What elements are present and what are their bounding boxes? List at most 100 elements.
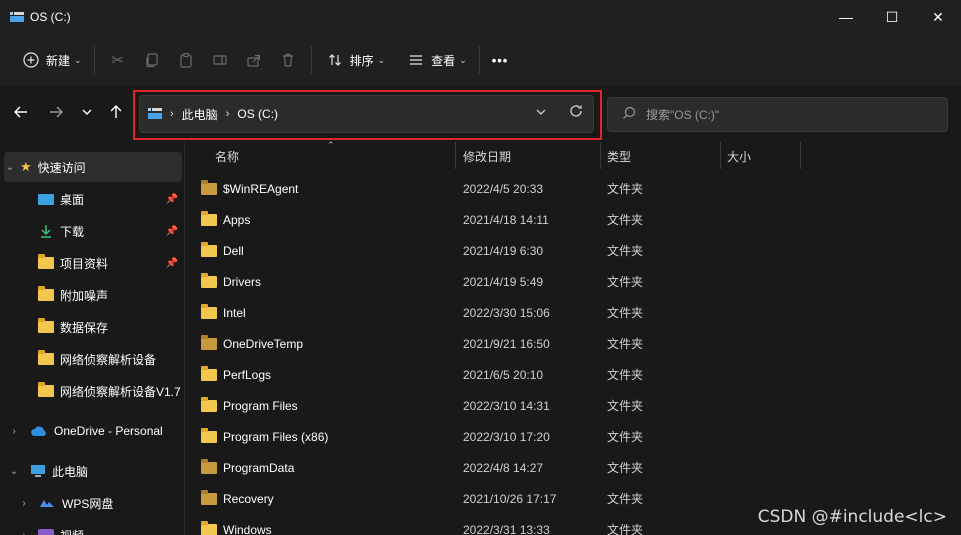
file-row[interactable]: OneDriveTemp 2021/9/21 16:50 文件夹 (185, 328, 961, 359)
folder-icon (38, 350, 54, 365)
file-name-cell[interactable]: Program Files (x86) (201, 421, 328, 452)
sidebar-item-recon-device[interactable]: 网络侦察解析设备 (4, 344, 182, 374)
folder-icon (38, 382, 54, 397)
file-name-cell[interactable]: Program Files (201, 390, 298, 421)
file-type: 文件夹 (607, 492, 644, 506)
file-name-cell[interactable]: Recovery (201, 483, 274, 514)
share-button[interactable] (237, 42, 271, 78)
sidebar-item-added-noise[interactable]: 附加噪声 (4, 280, 182, 310)
file-name-cell[interactable]: Drivers (201, 266, 261, 297)
address-row: › 此电脑 › OS (C:) (0, 86, 961, 142)
sidebar-item-videos[interactable]: › 视频 (4, 520, 182, 535)
paste-button[interactable] (169, 42, 203, 78)
sidebar-item-label: 视频 (60, 527, 84, 535)
column-resize-handle[interactable] (600, 142, 601, 169)
breadcrumb-this-pc[interactable]: 此电脑 (182, 106, 218, 123)
breadcrumb-os-c[interactable]: OS (C:) (237, 107, 278, 121)
file-name-cell[interactable]: OneDriveTemp (201, 328, 303, 359)
new-button[interactable]: 新建 ⌄ (14, 42, 88, 78)
file-row[interactable]: ProgramData 2022/4/8 14:27 文件夹 (185, 452, 961, 483)
file-name-cell[interactable]: Intel (201, 297, 246, 328)
sort-button[interactable]: 排序 ⌄ (318, 42, 392, 78)
minimize-button[interactable]: — (823, 0, 869, 34)
file-modified-date: 2021/6/5 20:10 (463, 367, 544, 382)
address-bar[interactable]: › 此电脑 › OS (C:) (139, 95, 594, 133)
refresh-icon[interactable] (568, 103, 584, 123)
close-button[interactable]: ✕ (915, 0, 961, 34)
chevron-right-icon[interactable]: › (18, 498, 30, 509)
this-pc-icon (148, 108, 162, 120)
view-list-icon (405, 49, 427, 71)
file-name-cell[interactable]: ProgramData (201, 452, 294, 483)
file-name-cell[interactable]: $WinREAgent (201, 173, 298, 204)
sidebar-item-downloads[interactable]: 下载 📌 (4, 216, 182, 246)
sidebar-item-project-docs[interactable]: 项目资料 📌 (4, 248, 182, 278)
maximize-button[interactable]: ☐ (869, 0, 915, 34)
command-bar: 新建 ⌄ ✂ 排序 ⌄ 查看 ⌄ ••• (0, 34, 961, 86)
column-resize-handle[interactable] (720, 142, 721, 169)
file-row[interactable]: Program Files 2022/3/10 14:31 文件夹 (185, 390, 961, 421)
chevron-down-icon: ⌄ (74, 54, 82, 65)
file-type: 文件夹 (607, 461, 644, 475)
add-icon (20, 49, 42, 71)
copy-button[interactable] (135, 42, 169, 78)
folder-icon (38, 318, 54, 333)
file-row[interactable]: Apps 2021/4/18 14:11 文件夹 (185, 204, 961, 235)
column-resize-handle[interactable] (455, 142, 456, 169)
file-modified-date: 2022/3/31 13:33 (463, 522, 550, 535)
file-row[interactable]: Dell 2021/4/19 6:30 文件夹 (185, 235, 961, 266)
sidebar-item-onedrive[interactable]: › OneDrive - Personal (4, 416, 182, 446)
forward-button[interactable] (44, 102, 68, 126)
column-header-name[interactable]: 名称 (215, 142, 239, 170)
more-options-button[interactable]: ••• (486, 42, 515, 78)
sidebar-item-label: 项目资料 (60, 256, 109, 271)
file-name-cell[interactable]: Dell (201, 235, 244, 266)
back-button[interactable] (9, 102, 33, 126)
breadcrumb-chevron-icon[interactable]: › (226, 108, 230, 120)
sidebar-item-this-pc[interactable]: ⌄ 此电脑 (4, 456, 182, 486)
column-resize-handle[interactable] (800, 142, 801, 169)
folder-icon (201, 365, 217, 381)
file-modified-date: 2021/4/19 5:49 (463, 274, 544, 289)
file-name-cell[interactable]: PerfLogs (201, 359, 271, 390)
chevron-down-icon[interactable]: ⌄ (8, 466, 20, 477)
file-name: Intel (223, 305, 246, 320)
rename-button[interactable] (203, 42, 237, 78)
copy-icon (141, 49, 163, 71)
sidebar-item-quick-access[interactable]: ⌄ ★ 快速访问 (4, 152, 182, 182)
up-button[interactable] (104, 102, 128, 126)
sidebar-item-desktop[interactable]: 桌面 📌 (4, 184, 182, 214)
chevron-down-icon[interactable]: ⌄ (4, 162, 16, 173)
file-row[interactable]: Intel 2022/3/30 15:06 文件夹 (185, 297, 961, 328)
address-history-dropdown[interactable] (535, 106, 547, 121)
window-title: OS (C:) (30, 10, 71, 24)
chevron-right-icon[interactable]: › (8, 426, 20, 437)
folder-icon (38, 286, 54, 301)
sidebar-item-label: 网络侦察解析设备V1.7 (60, 384, 181, 399)
column-header-size[interactable]: 大小 (727, 142, 751, 170)
file-name-cell[interactable]: Windows (201, 514, 272, 535)
navigation-pane: ⌄ ★ 快速访问 桌面 📌 下载 📌 项目资料 📌 附加噪声 数据保存 网络侦察… (0, 142, 184, 535)
chevron-right-icon[interactable]: › (18, 530, 30, 535)
file-row[interactable]: $WinREAgent 2022/4/5 20:33 文件夹 (185, 173, 961, 204)
file-row[interactable]: Program Files (x86) 2022/3/10 17:20 文件夹 (185, 421, 961, 452)
file-type: 文件夹 (607, 368, 644, 382)
file-name-cell[interactable]: Apps (201, 204, 250, 235)
delete-button[interactable] (271, 42, 305, 78)
file-row[interactable]: PerfLogs 2021/6/5 20:10 文件夹 (185, 359, 961, 390)
download-icon (38, 223, 54, 239)
column-header-type[interactable]: 类型 (607, 142, 631, 170)
search-input[interactable] (646, 107, 936, 122)
breadcrumb-chevron-icon[interactable]: › (170, 108, 174, 120)
view-button[interactable]: 查看 ⌄ (399, 42, 473, 78)
column-header-modified[interactable]: 修改日期 (463, 142, 511, 170)
sidebar-item-wps[interactable]: › WPS网盘 (4, 488, 182, 518)
cut-button[interactable]: ✂ (101, 42, 135, 78)
file-row[interactable]: Drivers 2021/4/19 5:49 文件夹 (185, 266, 961, 297)
sidebar-item-recon-device-v17[interactable]: 网络侦察解析设备V1.7 (4, 376, 182, 406)
recent-locations-button[interactable] (75, 102, 99, 126)
search-box[interactable] (607, 97, 948, 132)
rename-icon (209, 49, 231, 71)
sidebar-item-data-saving[interactable]: 数据保存 (4, 312, 182, 342)
file-name: Recovery (223, 491, 274, 506)
